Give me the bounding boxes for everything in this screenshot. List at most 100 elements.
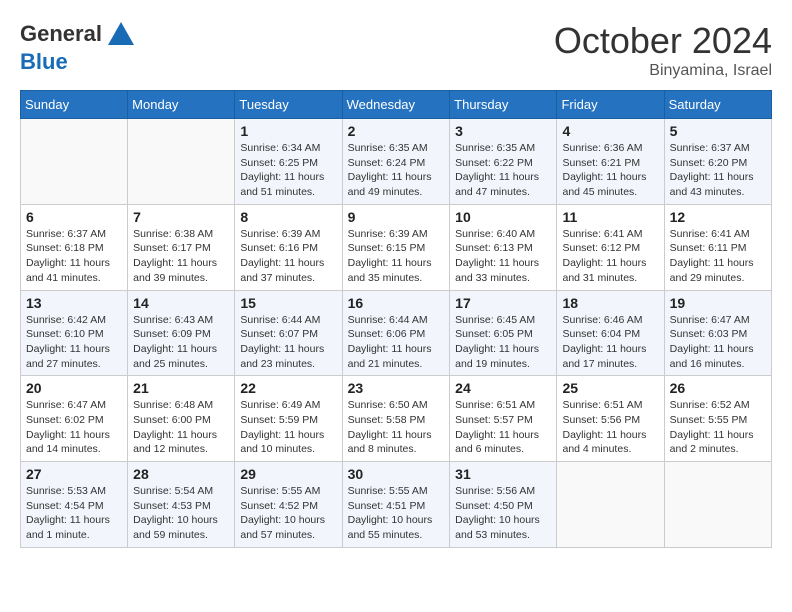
day-info: Sunrise: 5:56 AM Sunset: 4:50 PM Dayligh… [455,484,551,543]
day-info: Sunrise: 6:40 AM Sunset: 6:13 PM Dayligh… [455,227,551,286]
calendar-cell [557,462,664,548]
calendar-cell: 18 Sunrise: 6:46 AM Sunset: 6:04 PM Dayli… [557,290,664,376]
calendar-week-3: 13 Sunrise: 6:42 AM Sunset: 6:10 PM Dayli… [21,290,772,376]
day-info: Sunrise: 6:41 AM Sunset: 6:11 PM Dayligh… [670,227,766,286]
calendar-cell: 1Sunrise: 6:34 AM Sunset: 6:25 PM Daylig… [235,119,342,205]
day-number: 31 [455,466,551,482]
day-info: Sunrise: 5:54 AM Sunset: 4:53 PM Dayligh… [133,484,229,543]
calendar-cell: 31 Sunrise: 5:56 AM Sunset: 4:50 PM Dayli… [450,462,557,548]
day-number: 15 [240,295,336,311]
calendar-cell: 22 Sunrise: 6:49 AM Sunset: 5:59 PM Dayli… [235,376,342,462]
calendar-cell: 6 Sunrise: 6:37 AM Sunset: 6:18 PM Daylig… [21,204,128,290]
day-info: Sunrise: 6:38 AM Sunset: 6:17 PM Dayligh… [133,227,229,286]
day-number: 22 [240,380,336,396]
day-number: 8 [240,209,336,225]
calendar-cell: 9Sunrise: 6:39 AM Sunset: 6:15 PM Daylig… [342,204,450,290]
weekday-header-row: SundayMondayTuesdayWednesdayThursdayFrid… [21,91,772,119]
day-number: 9 [348,209,445,225]
calendar-week-5: 27 Sunrise: 5:53 AM Sunset: 4:54 PM Dayli… [21,462,772,548]
calendar-table: SundayMondayTuesdayWednesdayThursdayFrid… [20,90,772,548]
calendar-cell: 23 Sunrise: 6:50 AM Sunset: 5:58 PM Dayli… [342,376,450,462]
day-info: Sunrise: 6:41 AM Sunset: 6:12 PM Dayligh… [562,227,658,286]
day-info: Sunrise: 5:55 AM Sunset: 4:51 PM Dayligh… [348,484,445,543]
day-number: 21 [133,380,229,396]
calendar-week-2: 6 Sunrise: 6:37 AM Sunset: 6:18 PM Daylig… [21,204,772,290]
calendar-cell: 30Sunrise: 5:55 AM Sunset: 4:51 PM Dayli… [342,462,450,548]
calendar-cell: 11Sunrise: 6:41 AM Sunset: 6:12 PM Dayli… [557,204,664,290]
title-block: October 2024 Binyamina, Israel [554,20,772,80]
day-number: 26 [670,380,766,396]
day-info: Sunrise: 6:45 AM Sunset: 6:05 PM Dayligh… [455,313,551,372]
calendar-header: SundayMondayTuesdayWednesdayThursdayFrid… [21,91,772,119]
weekday-header-thursday: Thursday [450,91,557,119]
day-info: Sunrise: 6:46 AM Sunset: 6:04 PM Dayligh… [562,313,658,372]
weekday-header-sunday: Sunday [21,91,128,119]
day-number: 23 [348,380,445,396]
day-info: Sunrise: 6:35 AM Sunset: 6:24 PM Dayligh… [348,141,445,200]
day-info: Sunrise: 6:51 AM Sunset: 5:57 PM Dayligh… [455,398,551,457]
day-info: Sunrise: 5:53 AM Sunset: 4:54 PM Dayligh… [26,484,122,543]
weekday-header-friday: Friday [557,91,664,119]
day-number: 16 [348,295,445,311]
day-info: Sunrise: 6:37 AM Sunset: 6:18 PM Dayligh… [26,227,122,286]
day-number: 7 [133,209,229,225]
calendar-cell: 13 Sunrise: 6:42 AM Sunset: 6:10 PM Dayli… [21,290,128,376]
day-number: 12 [670,209,766,225]
day-number: 20 [26,380,122,396]
day-info: Sunrise: 6:35 AM Sunset: 6:22 PM Dayligh… [455,141,551,200]
calendar-cell: 4 Sunrise: 6:36 AM Sunset: 6:21 PM Daylig… [557,119,664,205]
calendar-cell: 28 Sunrise: 5:54 AM Sunset: 4:53 PM Dayli… [128,462,235,548]
calendar-cell: 19 Sunrise: 6:47 AM Sunset: 6:03 PM Dayli… [664,290,771,376]
day-info: Sunrise: 6:43 AM Sunset: 6:09 PM Dayligh… [133,313,229,372]
location-title: Binyamina, Israel [554,62,772,80]
day-number: 6 [26,209,122,225]
month-title: October 2024 [554,20,772,62]
day-info: Sunrise: 6:48 AM Sunset: 6:00 PM Dayligh… [133,398,229,457]
day-number: 17 [455,295,551,311]
day-number: 19 [670,295,766,311]
weekday-header-tuesday: Tuesday [235,91,342,119]
calendar-cell: 14 Sunrise: 6:43 AM Sunset: 6:09 PM Dayli… [128,290,235,376]
calendar-cell: 21 Sunrise: 6:48 AM Sunset: 6:00 PM Dayli… [128,376,235,462]
calendar-cell [664,462,771,548]
day-number: 13 [26,295,122,311]
day-number: 5 [670,123,766,139]
calendar-cell: 15Sunrise: 6:44 AM Sunset: 6:07 PM Dayli… [235,290,342,376]
calendar-cell: 8 Sunrise: 6:39 AM Sunset: 6:16 PM Daylig… [235,204,342,290]
logo-icon [106,20,136,50]
calendar-cell [21,119,128,205]
day-info: Sunrise: 6:42 AM Sunset: 6:10 PM Dayligh… [26,313,122,372]
calendar-body: 1Sunrise: 6:34 AM Sunset: 6:25 PM Daylig… [21,119,772,548]
day-number: 2 [348,123,445,139]
calendar-cell: 12 Sunrise: 6:41 AM Sunset: 6:11 PM Dayli… [664,204,771,290]
day-number: 14 [133,295,229,311]
page-header: General Blue October 2024 Binyamina, Isr… [20,20,772,80]
logo-blue: Blue [20,49,68,74]
calendar-cell: 3Sunrise: 6:35 AM Sunset: 6:22 PM Daylig… [450,119,557,205]
weekday-header-wednesday: Wednesday [342,91,450,119]
day-info: Sunrise: 6:39 AM Sunset: 6:16 PM Dayligh… [240,227,336,286]
day-info: Sunrise: 5:55 AM Sunset: 4:52 PM Dayligh… [240,484,336,543]
day-number: 4 [562,123,658,139]
day-number: 24 [455,380,551,396]
calendar-cell: 10Sunrise: 6:40 AM Sunset: 6:13 PM Dayli… [450,204,557,290]
day-info: Sunrise: 6:44 AM Sunset: 6:06 PM Dayligh… [348,313,445,372]
day-info: Sunrise: 6:47 AM Sunset: 6:03 PM Dayligh… [670,313,766,372]
day-info: Sunrise: 6:36 AM Sunset: 6:21 PM Dayligh… [562,141,658,200]
calendar-cell: 16 Sunrise: 6:44 AM Sunset: 6:06 PM Dayli… [342,290,450,376]
calendar-cell: 25Sunrise: 6:51 AM Sunset: 5:56 PM Dayli… [557,376,664,462]
day-number: 27 [26,466,122,482]
day-info: Sunrise: 6:49 AM Sunset: 5:59 PM Dayligh… [240,398,336,457]
day-info: Sunrise: 6:34 AM Sunset: 6:25 PM Dayligh… [240,141,336,200]
calendar-cell: 27 Sunrise: 5:53 AM Sunset: 4:54 PM Dayli… [21,462,128,548]
day-number: 28 [133,466,229,482]
weekday-header-saturday: Saturday [664,91,771,119]
calendar-cell: 5Sunrise: 6:37 AM Sunset: 6:20 PM Daylig… [664,119,771,205]
calendar-cell: 29Sunrise: 5:55 AM Sunset: 4:52 PM Dayli… [235,462,342,548]
day-number: 18 [562,295,658,311]
day-info: Sunrise: 6:50 AM Sunset: 5:58 PM Dayligh… [348,398,445,457]
calendar-cell: 20Sunrise: 6:47 AM Sunset: 6:02 PM Dayli… [21,376,128,462]
calendar-cell [128,119,235,205]
day-number: 25 [562,380,658,396]
calendar-cell: 24 Sunrise: 6:51 AM Sunset: 5:57 PM Dayli… [450,376,557,462]
